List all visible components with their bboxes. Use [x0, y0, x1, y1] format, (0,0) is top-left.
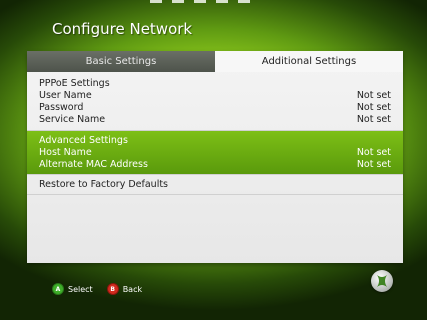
- row-value: Not set: [356, 147, 391, 158]
- row-label: Service Name: [39, 114, 106, 125]
- row-label: Password: [39, 102, 84, 113]
- row-label: Alternate MAC Address: [39, 159, 148, 170]
- advanced-settings-group[interactable]: Advanced Settings Host Name Not set Alte…: [27, 131, 403, 174]
- list-item: User Name Not set: [39, 90, 391, 102]
- restore-defaults-item[interactable]: Restore to Factory Defaults: [27, 175, 403, 194]
- top-decoration: [150, 0, 260, 3]
- row-value: Not set: [356, 90, 391, 101]
- tab-additional-settings[interactable]: Additional Settings: [215, 51, 403, 72]
- divider: [27, 194, 403, 195]
- select-label: Select: [68, 284, 93, 294]
- tab-bar: Basic Settings Additional Settings: [27, 51, 403, 72]
- pppoe-settings-group[interactable]: PPPoE Settings User Name Not set Passwor…: [27, 72, 403, 130]
- list-item: Host Name Not set: [39, 147, 391, 159]
- row-label: User Name: [39, 90, 92, 101]
- list-item: Password Not set: [39, 102, 391, 114]
- xbox-logo-icon: [371, 270, 393, 292]
- button-legend: A Select B Back: [52, 283, 142, 295]
- settings-panel: Basic Settings Additional Settings PPPoE…: [27, 51, 403, 263]
- list-item: Service Name Not set: [39, 114, 391, 126]
- row-label: Host Name: [39, 147, 92, 158]
- row-value: Not set: [356, 159, 391, 170]
- back-label: Back: [122, 284, 143, 294]
- a-button-icon: A: [52, 283, 64, 295]
- advanced-heading: Advanced Settings: [39, 135, 128, 146]
- tab-basic-settings[interactable]: Basic Settings: [27, 51, 215, 72]
- row-value: Not set: [356, 114, 391, 125]
- pppoe-heading: PPPoE Settings: [39, 78, 110, 89]
- b-button-icon: B: [106, 283, 119, 295]
- row-value: Not set: [356, 102, 391, 113]
- page-title: Configure Network: [52, 20, 193, 38]
- list-item: Alternate MAC Address Not set: [39, 159, 391, 171]
